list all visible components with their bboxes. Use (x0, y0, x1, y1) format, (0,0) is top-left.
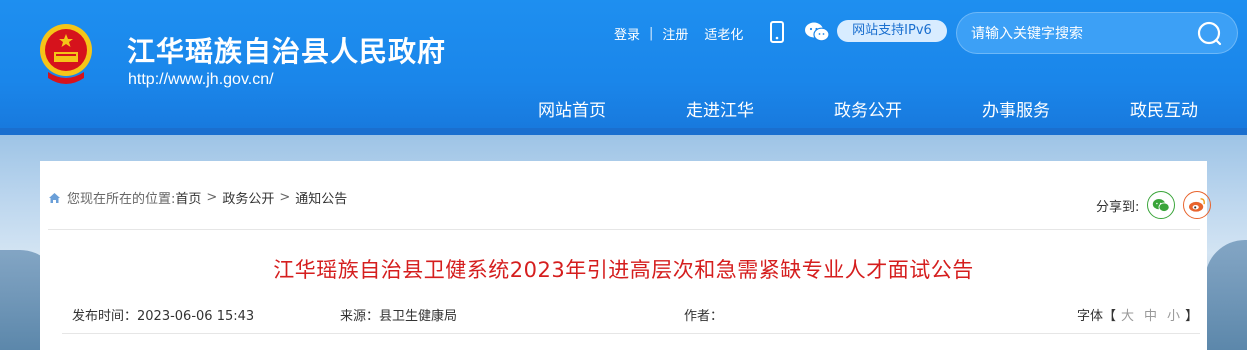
top-links: 登录 | 注册 适老化 (614, 24, 743, 43)
share-bar: 分享到: (1096, 191, 1212, 219)
nav-item-home[interactable]: 网站首页 (538, 96, 606, 121)
nav-item-gov-affairs[interactable]: 政务公开 (834, 96, 902, 121)
breadcrumb-gov-affairs[interactable]: 政务公开 (222, 188, 274, 207)
ipv6-badge: 网站支持IPv6 (837, 20, 947, 42)
login-link[interactable]: 登录 (614, 24, 640, 43)
published-time: 发布时间：2023-06-06 15:43 (72, 305, 254, 324)
national-emblem-icon (40, 24, 92, 84)
search-icon[interactable] (1195, 19, 1225, 49)
wechat-icon (1153, 198, 1170, 212)
breadcrumb-divider (48, 229, 1200, 230)
header-bottom-strip (0, 128, 1247, 135)
register-link[interactable]: 注册 (662, 24, 688, 43)
breadcrumb-home[interactable]: 首页 (175, 188, 201, 207)
nav-item-services[interactable]: 办事服务 (982, 96, 1050, 121)
font-size-medium[interactable]: 中 (1144, 305, 1157, 324)
elderly-mode-link[interactable]: 适老化 (704, 24, 743, 43)
source-label: 来源： (340, 309, 380, 324)
article-source: 来源：县卫生健康局 (340, 305, 457, 324)
share-weibo-button[interactable] (1183, 191, 1212, 219)
mobile-phone-icon[interactable] (768, 21, 786, 43)
meta-divider (62, 333, 1200, 334)
breadcrumb: 您现在所在的位置: 首页 > 政务公开 > 通知公告 (48, 188, 347, 207)
breadcrumb-separator: > (206, 190, 218, 205)
share-label: 分享到: (1096, 199, 1140, 215)
article-author: 作者： (684, 305, 723, 324)
mountain-right (1205, 240, 1247, 350)
source-value: 县卫生健康局 (379, 309, 458, 324)
home-icon (49, 192, 60, 203)
breadcrumb-notices[interactable]: 通知公告 (295, 188, 347, 207)
search-box (956, 12, 1238, 54)
separator: | (649, 26, 654, 41)
main-nav: 网站首页 走进江华 政务公开 办事服务 政民互动 (0, 96, 1247, 124)
font-close: 】 (1185, 309, 1199, 324)
site-title[interactable]: 江华瑶族自治县人民政府 (127, 30, 446, 70)
font-label: 字体【 (1077, 309, 1117, 324)
search-input[interactable] (971, 23, 1191, 45)
breadcrumb-separator: > (279, 190, 291, 205)
wechat-icon[interactable] (804, 21, 830, 43)
site-url: http://www.jh.gov.cn/ (128, 71, 274, 88)
published-label: 发布时间： (72, 309, 138, 324)
breadcrumb-prefix: 您现在所在的位置: (67, 192, 176, 207)
weibo-icon (1189, 198, 1206, 212)
published-value: 2023-06-06 15:43 (137, 309, 255, 324)
font-size-large[interactable]: 大 (1121, 305, 1134, 324)
author-label: 作者： (684, 309, 724, 324)
share-wechat-button[interactable] (1147, 191, 1176, 219)
nav-item-interaction[interactable]: 政民互动 (1130, 96, 1198, 121)
font-size-control: 字体【 大 中 小 】 (1077, 305, 1198, 324)
nav-item-about[interactable]: 走进江华 (686, 96, 754, 121)
article-title: 江华瑶族自治县卫健系统2023年引进高层次和急需紧缺专业人才面试公告 (273, 258, 974, 282)
font-size-small[interactable]: 小 (1167, 305, 1180, 324)
